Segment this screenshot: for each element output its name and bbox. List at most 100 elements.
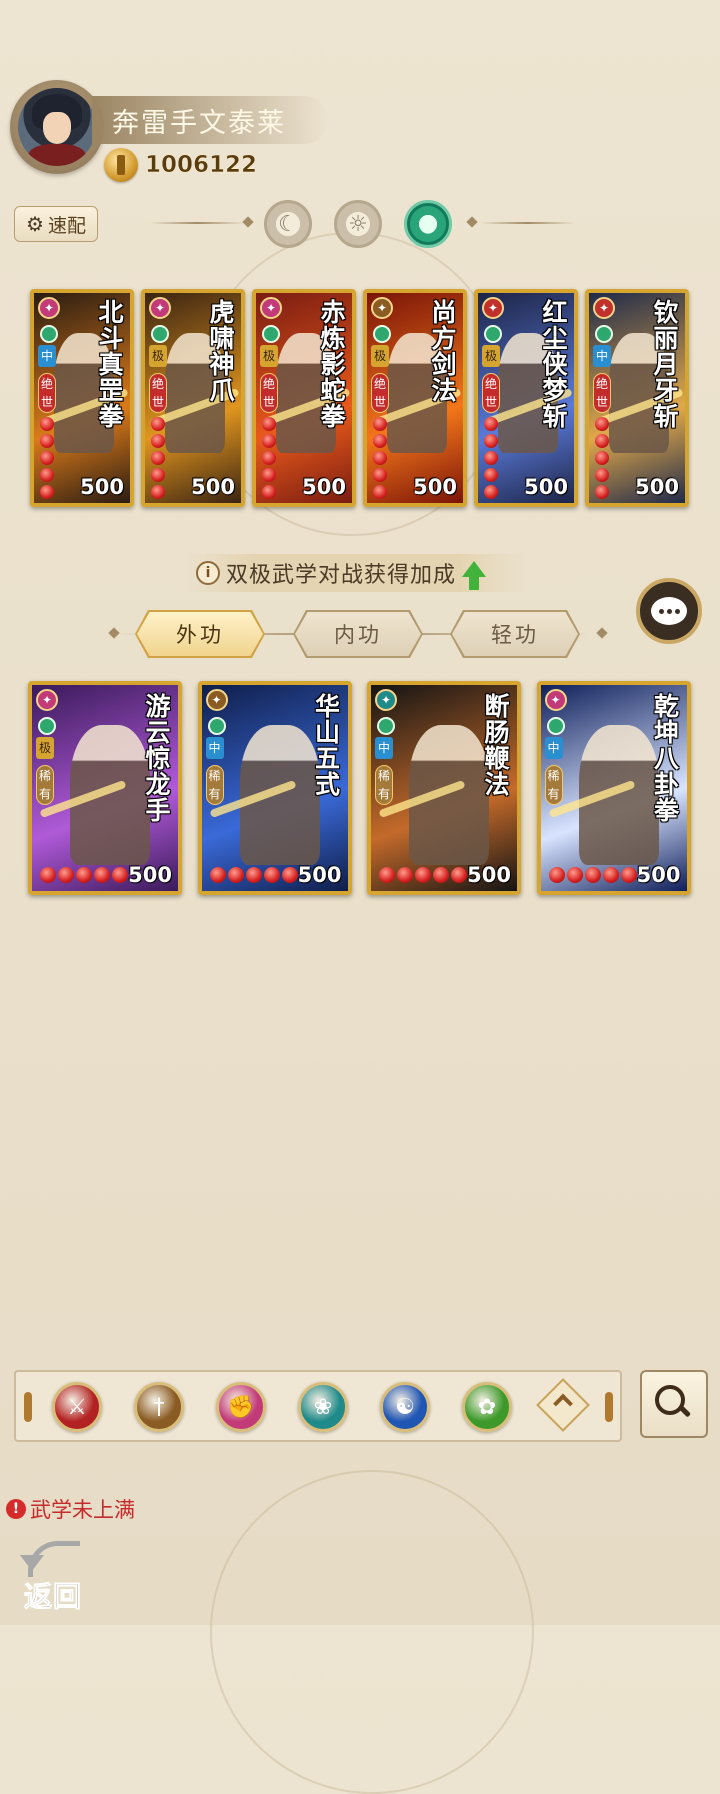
back-button[interactable]: 返回 [18, 1535, 98, 1615]
fan-icon: ❀ [313, 1394, 333, 1420]
element-icon [373, 325, 391, 343]
skill-title: 北斗真罡拳 [95, 299, 124, 429]
skill-value: 500 [635, 475, 679, 499]
level-tag: 极 [482, 345, 500, 367]
heart-icon [397, 867, 413, 883]
heart-icon [281, 867, 298, 883]
jade-ring-icon: ◎ [418, 211, 438, 237]
heart-icon [484, 468, 498, 482]
skill-title: 红尘侠梦斩 [539, 299, 568, 429]
heart-icon [40, 485, 54, 499]
heart-icon [40, 867, 56, 883]
bonus-info-text: 双极武学对战获得加成 [226, 563, 457, 588]
skill-card[interactable]: ✦ 中绝世 北斗真罡拳 500 [30, 289, 134, 507]
star-row [373, 417, 389, 499]
star-row [595, 417, 611, 499]
rank-tag: 绝世 [149, 373, 167, 413]
heart-icon [602, 867, 619, 883]
heart-icon [373, 451, 387, 465]
divider-diamond [596, 627, 608, 639]
heart-icon [40, 434, 54, 448]
tab-lightness[interactable]: 轻功 [452, 612, 578, 656]
fan-filter-button[interactable]: ❀ [298, 1382, 348, 1432]
yinyang-filter-button[interactable]: ☯ [380, 1382, 430, 1432]
skill-title: 尚方剑法 [428, 299, 457, 403]
level-tag: 中 [38, 345, 56, 367]
skill-value: 500 [413, 475, 457, 499]
rank-tag: 稀有 [544, 765, 563, 805]
heart-icon [566, 867, 583, 883]
skill-value: 500 [524, 475, 568, 499]
skill-type-icon: ✦ [205, 689, 228, 711]
skill-card[interactable]: ✦ 中绝世 钦丽月牙斩 500 [585, 289, 689, 507]
heart-icon [373, 434, 387, 448]
element-icon [207, 717, 226, 735]
star-row [40, 417, 56, 499]
skill-type-icon: ✦ [38, 297, 60, 319]
heart-icon [415, 867, 431, 883]
tab-internal[interactable]: 内功 [295, 612, 421, 656]
heart-icon [433, 867, 449, 883]
star-row [548, 867, 637, 883]
skill-value: 500 [302, 475, 346, 499]
fist-filter-button[interactable]: ✊ [216, 1382, 266, 1432]
skill-card[interactable]: ✦ 极稀有 游云惊龙手 500 [28, 681, 182, 895]
search-button[interactable] [640, 1370, 708, 1438]
skill-card[interactable]: ✦ 极绝世 赤炼影蛇拳 500 [252, 289, 356, 507]
skill-card[interactable]: ✦ 中稀有 华山五式 500 [197, 681, 352, 895]
heart-icon [112, 867, 128, 883]
skill-title: 赤炼影蛇拳 [317, 299, 346, 429]
rank-tag: 绝世 [593, 373, 611, 413]
element-icon [40, 325, 58, 343]
skill-title: 华山五式 [311, 693, 341, 797]
level-tag: 极 [371, 345, 389, 367]
heart-icon [373, 468, 387, 482]
star-row [379, 867, 467, 883]
coin-icon [104, 148, 138, 182]
divider [480, 222, 575, 224]
heart-icon [595, 434, 609, 448]
star-row [40, 867, 128, 883]
divider-diamond [466, 216, 478, 228]
rank-tag: 稀有 [36, 765, 54, 805]
sword-icon: † [153, 1394, 165, 1420]
fist-icon: ✊ [227, 1394, 255, 1420]
tab-external[interactable]: 外功 [137, 612, 263, 656]
skill-card[interactable]: ✦ 中稀有 乾坤八卦拳 500 [536, 681, 691, 895]
level-tag: 极 [36, 737, 54, 759]
phase-tab-sun[interactable]: ☼ [334, 200, 382, 248]
heart-icon [484, 485, 498, 499]
blade-filter-button[interactable]: ⚔ [52, 1382, 102, 1432]
skill-title: 乾坤八卦拳 [650, 693, 680, 823]
swirl-filter-button[interactable]: ✿ [462, 1382, 512, 1432]
skill-card[interactable]: ✦ 极绝世 虎啸神爪 500 [141, 289, 245, 507]
heart-icon [262, 451, 276, 465]
heart-icon [151, 451, 165, 465]
element-icon [595, 325, 613, 343]
chat-button[interactable] [636, 578, 702, 644]
back-label: 返回 [23, 1580, 83, 1614]
element-icon [262, 325, 280, 343]
level-tag: 极 [149, 345, 167, 367]
skill-card[interactable]: ✦ 极绝世 红尘侠梦斩 500 [474, 289, 578, 507]
phase-tab-jade[interactable]: ◎ [404, 200, 452, 248]
phase-tab-moon[interactable]: ☾ [264, 200, 312, 248]
skill-value: 500 [467, 863, 511, 887]
divider [150, 222, 245, 224]
heart-icon [595, 417, 609, 431]
skill-type-icon: ✦ [149, 297, 171, 319]
speed-config-button[interactable]: ⚙ 速配 [14, 206, 98, 242]
heart-icon [373, 417, 387, 431]
skill-card[interactable]: ✦ 极绝世 尚方剑法 500 [363, 289, 467, 507]
skill-type-icon: ✦ [482, 297, 504, 319]
rank-tag: 绝世 [38, 373, 56, 413]
chat-bubble-icon [651, 597, 687, 625]
star-row [209, 867, 298, 883]
sword-filter-button[interactable]: † [134, 1382, 184, 1432]
skill-value: 500 [636, 863, 681, 887]
divider-diamond [242, 216, 254, 228]
player-avatar[interactable] [10, 80, 104, 174]
skill-card[interactable]: ✦ 中稀有 断肠鞭法 500 [367, 681, 521, 895]
level-tag: 极 [260, 345, 278, 367]
filter-bar-end-cap [24, 1392, 32, 1422]
